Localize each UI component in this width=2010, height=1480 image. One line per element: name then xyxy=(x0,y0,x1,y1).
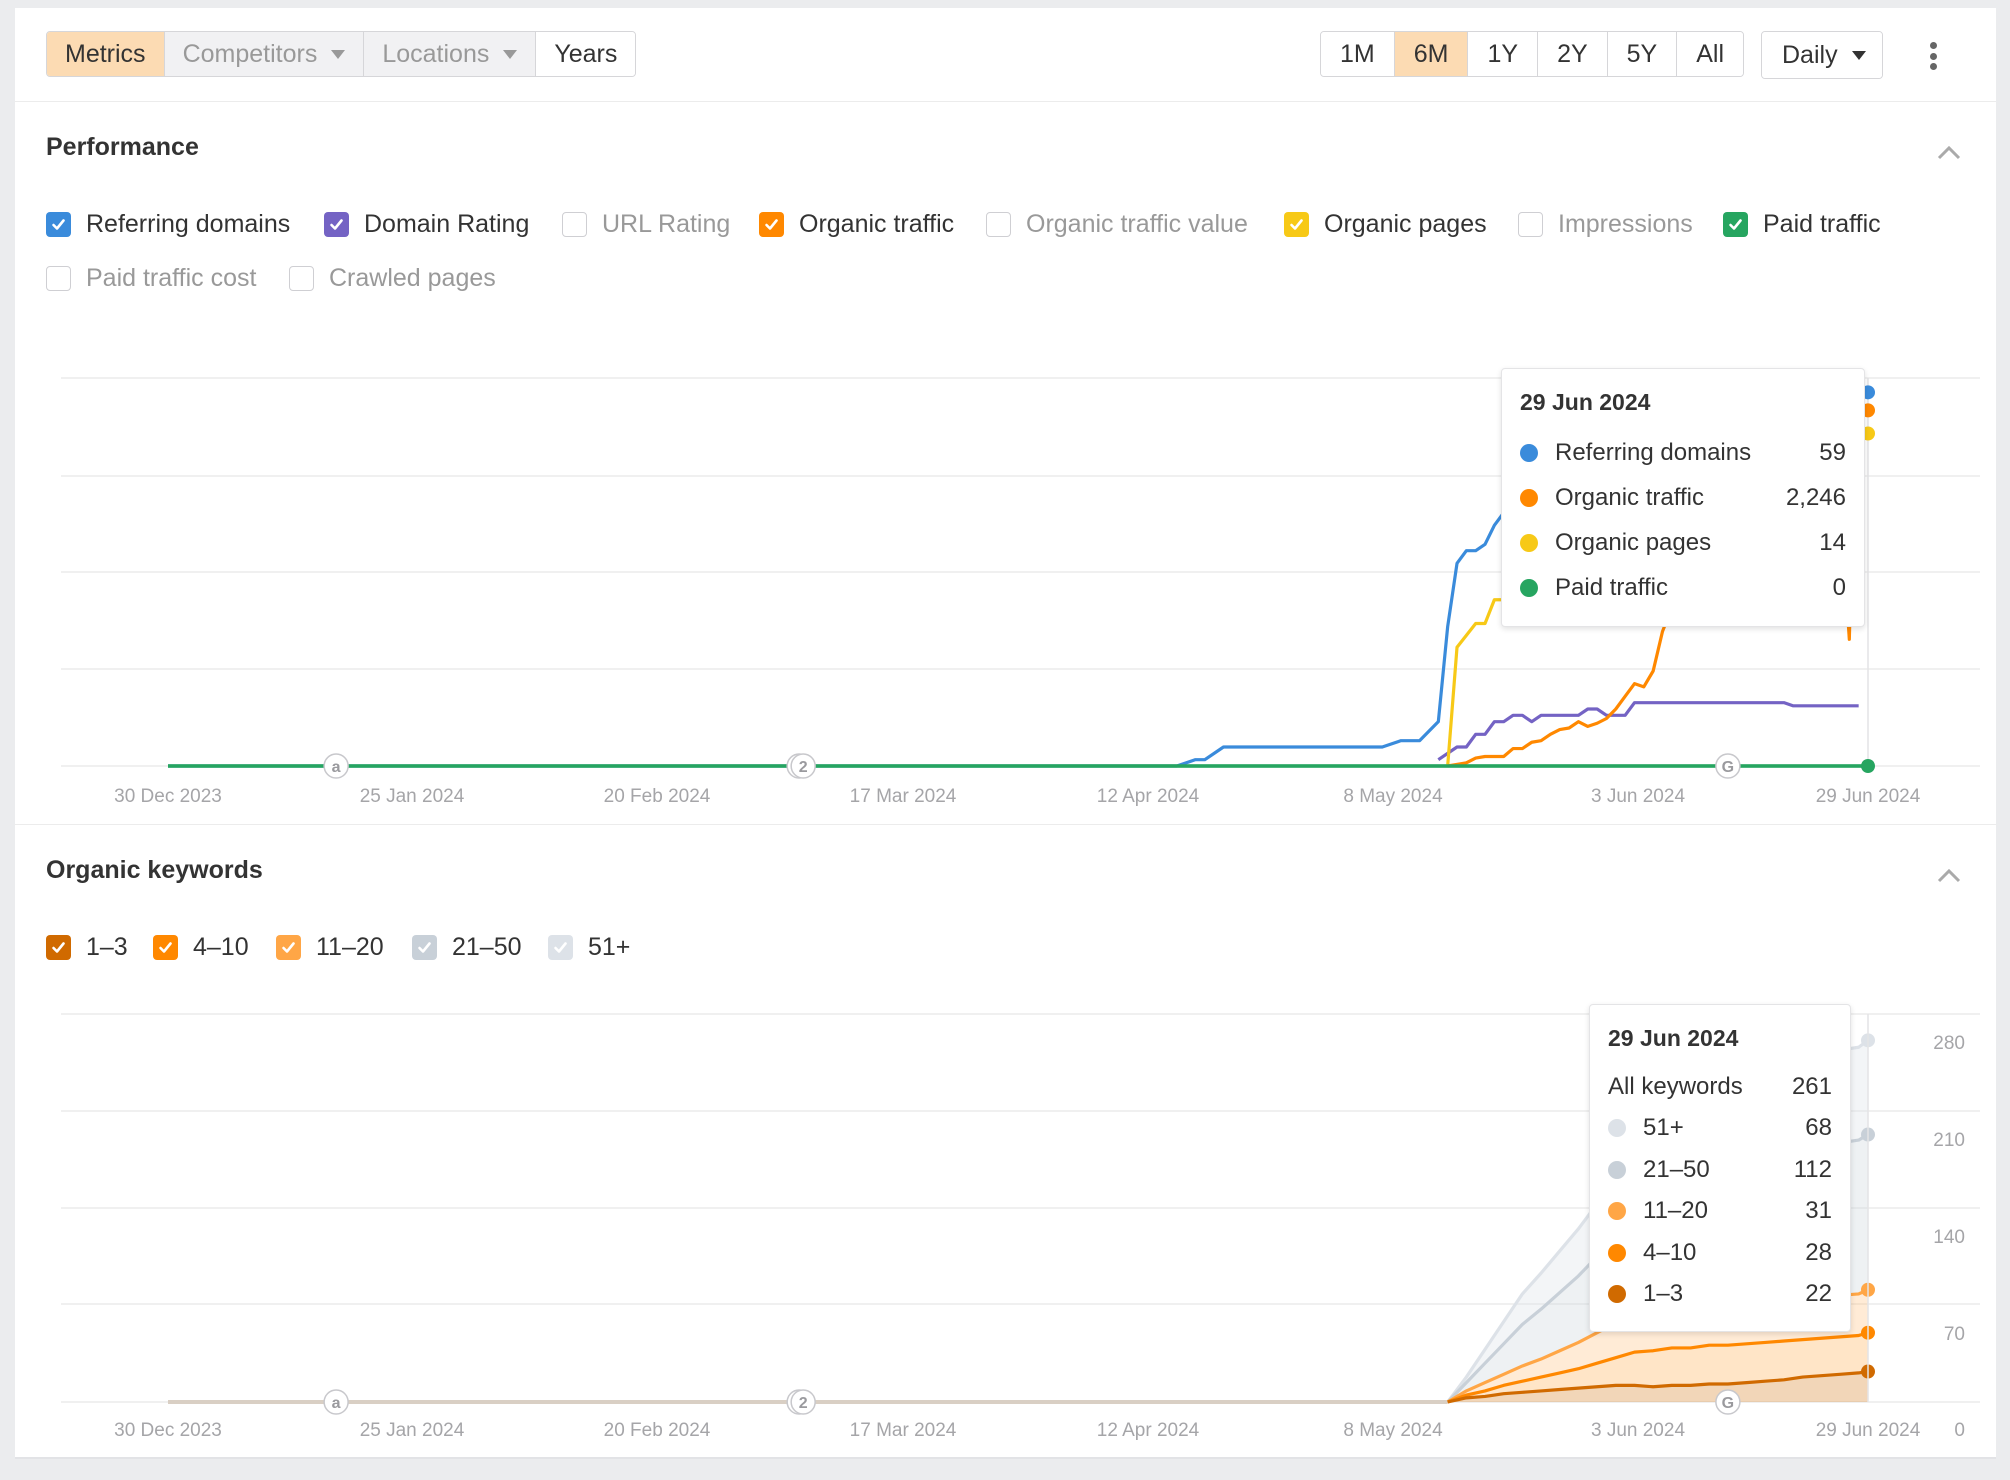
tooltip-series-name: 21–50 xyxy=(1643,1155,1710,1183)
tooltip-row-11-20: 11–20 31 xyxy=(1608,1191,1832,1233)
y-tick-label: 140 xyxy=(1933,1227,1965,1248)
tooltip-row-1-3: 1–3 22 xyxy=(1608,1274,1832,1316)
tooltip-series-name: 1–3 xyxy=(1643,1280,1684,1308)
x-tick-label: 17 Mar 2024 xyxy=(850,1420,957,1441)
x-tick-label: 12 Apr 2024 xyxy=(1097,1420,1200,1441)
tooltip-total-value: 261 xyxy=(1791,1072,1832,1100)
tooltip-series-value: 28 xyxy=(1805,1238,1832,1266)
x-tick-label: 30 Dec 2023 xyxy=(114,1420,222,1441)
tooltip-series-value: 112 xyxy=(1793,1155,1832,1183)
overview-card: Metrics Competitors Locations Years 1M 6… xyxy=(15,8,1996,1459)
annotation-marker-g[interactable]: G xyxy=(1715,1389,1741,1415)
tooltip-row-4-10: 4–10 28 xyxy=(1608,1232,1832,1274)
svg-text:G: G xyxy=(1722,1395,1734,1412)
y-tick-label: 70 xyxy=(1944,1324,1965,1345)
series-dot-icon xyxy=(1608,1119,1626,1138)
tooltip-series-name: 4–10 xyxy=(1643,1238,1697,1266)
annotation-marker-a[interactable]: a xyxy=(323,1389,349,1415)
keywords-tooltip: 29 Jun 2024 All keywords 261 51+ 68 21–50 1… xyxy=(1589,1004,1851,1332)
tooltip-series-name: 51+ xyxy=(1643,1114,1684,1142)
x-tick-label: 29 Jun 2024 xyxy=(1816,1420,1921,1441)
x-tick-label: 8 May 2024 xyxy=(1343,1420,1443,1441)
series-dot-icon xyxy=(1608,1160,1626,1179)
x-tick-label: 20 Feb 2024 xyxy=(604,1420,711,1441)
tooltip-series-value: 22 xyxy=(1805,1280,1832,1308)
tooltip-series-value: 68 xyxy=(1805,1114,1832,1142)
series-dot-icon xyxy=(1608,1285,1626,1304)
svg-text:a: a xyxy=(332,1395,341,1412)
x-tick-label: 3 Jun 2024 xyxy=(1591,1420,1685,1441)
annotation-marker-2[interactable]: 2 xyxy=(786,1389,816,1415)
tooltip-series-name: 11–20 xyxy=(1643,1197,1708,1225)
y-tick-label: 210 xyxy=(1933,1130,1965,1151)
x-tick-label: 25 Jan 2024 xyxy=(360,1420,465,1441)
series-dot-icon xyxy=(1608,1202,1626,1221)
tooltip-row-21-50: 21–50 112 xyxy=(1608,1149,1832,1191)
tooltip-row-51: 51+ 68 xyxy=(1608,1108,1832,1150)
series-dot-icon xyxy=(1608,1243,1626,1262)
tooltip-date: 29 Jun 2024 xyxy=(1608,1025,1739,1051)
y-tick-label: 0 xyxy=(1954,1420,1965,1441)
svg-text:2: 2 xyxy=(799,1395,808,1412)
y-tick-label: 280 xyxy=(1933,1033,1965,1054)
tooltip-total-label: All keywords xyxy=(1608,1072,1743,1100)
tooltip-total-row: All keywords 261 xyxy=(1608,1066,1832,1108)
tooltip-series-value: 31 xyxy=(1805,1197,1832,1225)
